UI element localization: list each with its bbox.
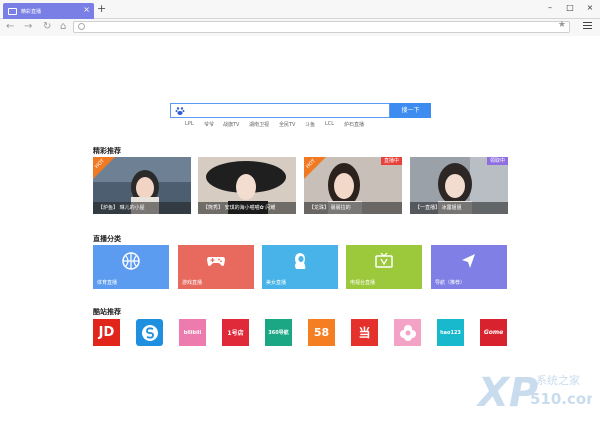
search-button[interactable]: 搜一下 xyxy=(390,103,431,118)
site-logo-text: bilibili xyxy=(183,329,202,336)
hot-words: LPL 爷爷 战旗TV 湖南卫视 全民TV 斗鱼 LCL 炉石直播 xyxy=(180,121,380,129)
home-button[interactable]: ⌂ xyxy=(60,21,66,33)
forward-button[interactable]: → xyxy=(24,21,32,33)
nav-bar: ← → ↻ ⌂ ★ xyxy=(0,19,600,36)
category-label: 电视台直播 xyxy=(350,280,376,286)
sites-section-title: 酷站推荐 xyxy=(93,308,121,316)
svg-text:系统之家: 系统之家 xyxy=(536,373,580,387)
girl-icon xyxy=(295,253,306,269)
category-tv[interactable]: 电视台直播 xyxy=(346,245,422,289)
tab-bar: 精彩直播 × + – □ × xyxy=(0,0,600,19)
minimize-button[interactable]: – xyxy=(544,2,556,14)
stream-card[interactable]: HOT 直播中 【龙珠】 晨晨拉的 xyxy=(304,157,402,214)
stream-caption: 【一直播】 冰露姐姐 xyxy=(410,202,508,214)
hot-word-link[interactable]: 全民TV xyxy=(279,121,295,128)
tv-icon xyxy=(375,252,393,268)
site-logo-text: JD xyxy=(98,325,115,340)
hot-word-link[interactable]: 炉石直播 xyxy=(344,121,364,128)
stream-card[interactable]: HOT 【炉鱼】 琳儿的小屋 xyxy=(93,157,191,214)
stream-caption: 【龙珠】 晨晨拉的 xyxy=(304,202,402,214)
hot-word-link[interactable]: 湖南卫视 xyxy=(249,121,269,128)
navigation-icon xyxy=(462,254,475,268)
page-info-icon xyxy=(78,23,85,30)
hot-word-link[interactable]: 斗鱼 xyxy=(305,121,315,128)
back-button[interactable]: ← xyxy=(6,21,14,33)
site-hao123[interactable]: hao123 xyxy=(437,319,464,346)
hot-badge-icon: HOT xyxy=(304,157,326,179)
category-navigation[interactable]: 导航（推荐） xyxy=(431,245,507,289)
site-360[interactable]: 360导航 xyxy=(265,319,292,346)
search-bar: 搜一下 xyxy=(170,103,431,118)
categories-section-title: 直播分类 xyxy=(93,235,121,243)
address-bar[interactable]: ★ xyxy=(73,20,570,33)
site-yhd[interactable]: 1号店 xyxy=(222,319,249,346)
new-tab-button[interactable]: + xyxy=(97,3,106,15)
category-label: 导航（推荐） xyxy=(435,280,466,286)
hot-word-link[interactable]: 爷爷 xyxy=(204,121,214,128)
site-gome[interactable]: Gome xyxy=(480,319,507,346)
tab-title: 精彩直播 xyxy=(21,8,42,15)
tab-close-icon[interactable]: × xyxy=(83,6,90,14)
hot-word-link[interactable]: LPL xyxy=(185,121,194,127)
category-label: 游戏直播 xyxy=(182,280,203,286)
flower-icon xyxy=(399,324,416,341)
site-logo-text: 58 xyxy=(313,326,330,339)
stream-caption: 【炉鱼】 琳儿的小屋 xyxy=(93,202,191,214)
tab-favicon-icon xyxy=(8,7,17,15)
active-tab[interactable]: 精彩直播 × xyxy=(3,3,94,19)
category-label: 美女直播 xyxy=(266,280,287,286)
menu-icon[interactable] xyxy=(583,22,592,31)
featured-section-title: 精彩推荐 xyxy=(93,147,121,155)
maximize-button[interactable]: □ xyxy=(564,2,576,14)
browser-chrome: 精彩直播 × + – □ × ← → ↻ ⌂ ★ xyxy=(0,0,600,36)
hot-word-link[interactable]: LCL xyxy=(325,121,334,127)
svg-text:510.com: 510.com xyxy=(530,390,592,408)
category-games[interactable]: 游戏直播 xyxy=(178,245,254,289)
stream-caption: 【熊秀】 安琪的海小喵喵✿ 闪耀 xyxy=(198,202,296,214)
stream-card[interactable]: 领取中 【一直播】 冰露姐姐 xyxy=(410,157,508,214)
category-beauty[interactable]: 美女直播 xyxy=(262,245,338,289)
site-58[interactable]: 58 xyxy=(308,319,335,346)
hot-badge-icon: HOT xyxy=(93,157,115,179)
site-flower[interactable] xyxy=(394,319,421,346)
site-logo-text: 1号店 xyxy=(227,330,244,337)
stream-card[interactable]: 【熊秀】 安琪的海小喵喵✿ 闪耀 xyxy=(198,157,296,214)
basketball-icon xyxy=(122,252,140,270)
site-sogou[interactable] xyxy=(136,319,163,346)
site-bilibili[interactable]: bilibili xyxy=(179,319,206,346)
live-badge: 领取中 xyxy=(486,157,508,165)
close-window-button[interactable]: × xyxy=(584,2,596,14)
site-logo-text: hao123 xyxy=(440,329,461,336)
gamepad-icon xyxy=(207,257,225,266)
site-dangdang[interactable]: 当 xyxy=(351,319,378,346)
live-badge: 直播中 xyxy=(380,157,402,165)
reload-button[interactable]: ↻ xyxy=(43,21,51,33)
category-label: 体育直播 xyxy=(97,280,118,286)
site-jd[interactable]: JD xyxy=(93,319,120,346)
search-engine-paw-icon[interactable] xyxy=(175,106,185,116)
site-logo-text: Gome xyxy=(483,329,504,336)
site-logo-text: 当 xyxy=(358,326,371,340)
category-sports[interactable]: 体育直播 xyxy=(93,245,169,289)
hot-word-link[interactable]: 战旗TV xyxy=(223,121,239,128)
svg-text:XP: XP xyxy=(476,370,538,412)
site-logo-text: 360导航 xyxy=(268,330,289,336)
sogou-icon xyxy=(141,324,158,341)
bookmark-star-icon[interactable]: ★ xyxy=(558,20,566,30)
search-input[interactable] xyxy=(170,103,390,118)
watermark-logo: XP 系统之家 510.com xyxy=(476,370,592,412)
